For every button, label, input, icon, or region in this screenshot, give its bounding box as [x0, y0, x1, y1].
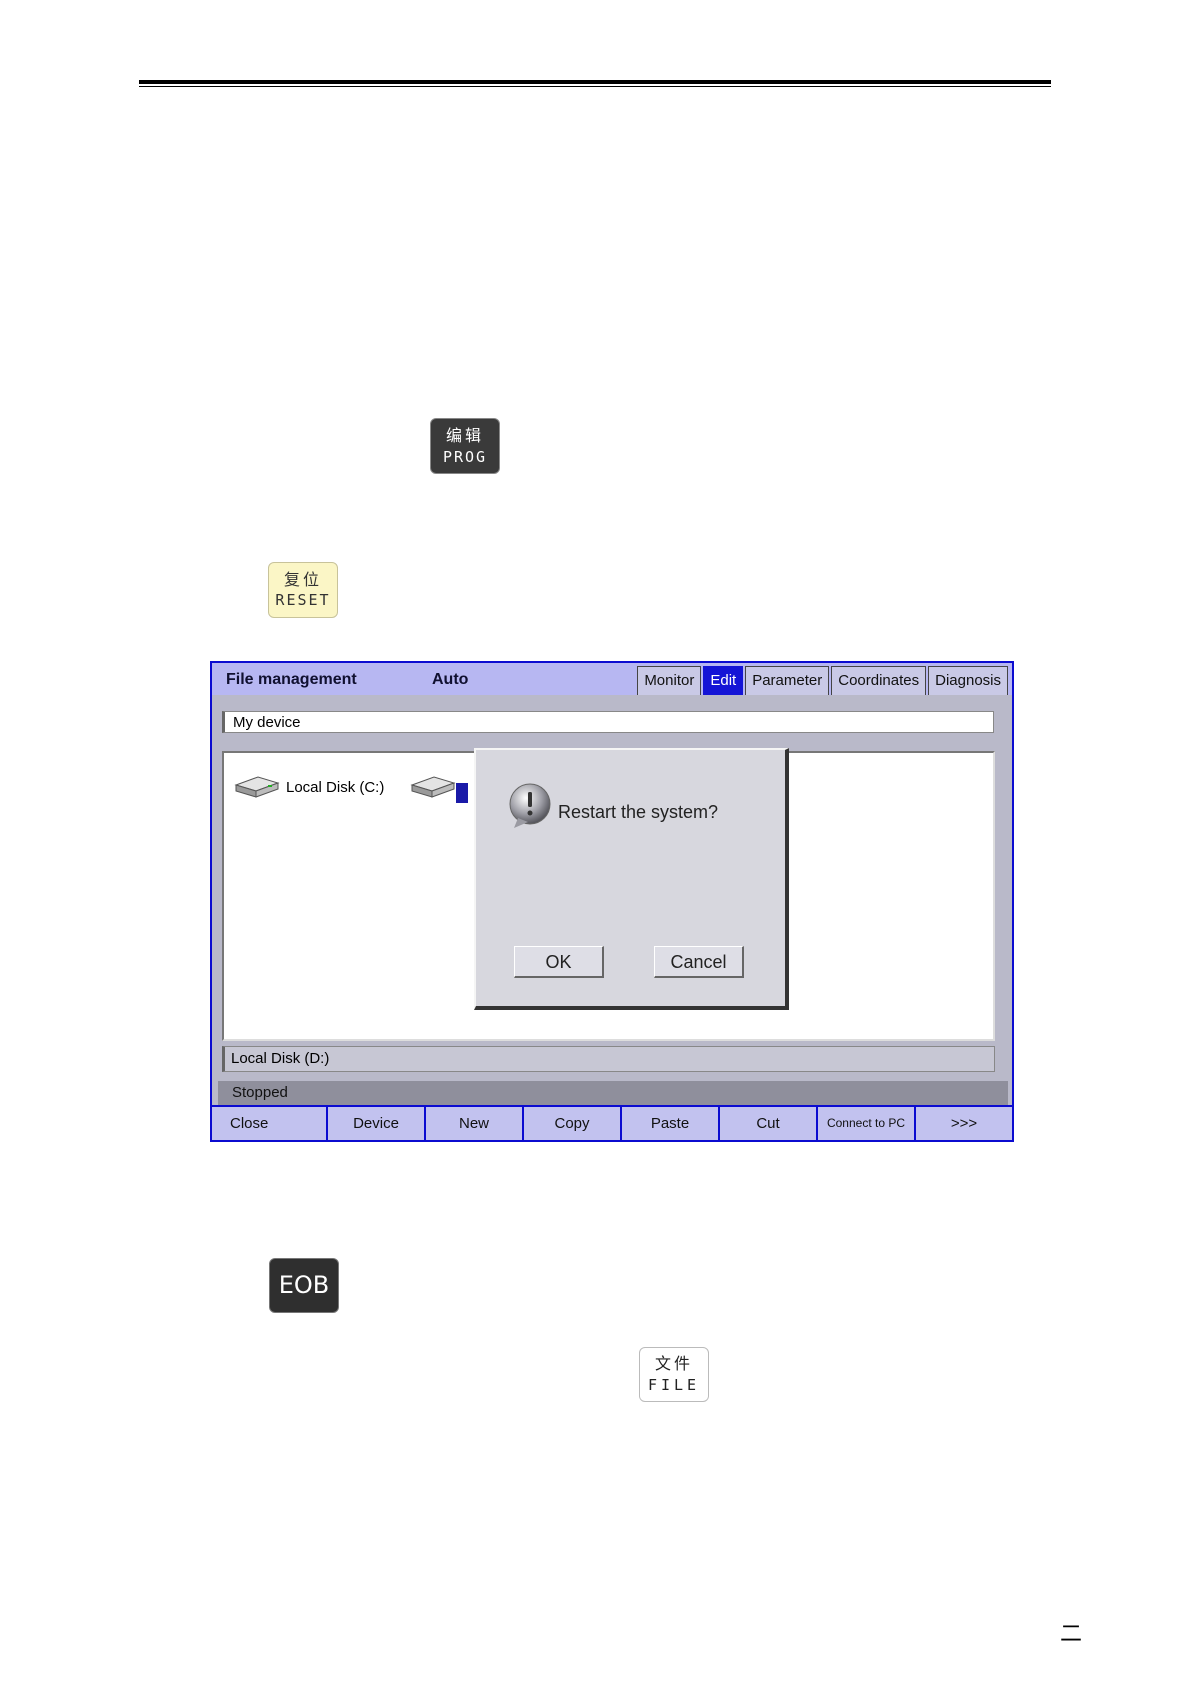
close-button[interactable]: Close: [212, 1107, 326, 1140]
file-key-en-label: FILE: [647, 1376, 701, 1394]
copy-button[interactable]: Copy: [524, 1107, 620, 1140]
cut-button[interactable]: Cut: [720, 1107, 816, 1140]
disk-label: Local Disk (C:): [286, 778, 385, 796]
tab-coordinates[interactable]: Coordinates: [831, 666, 927, 695]
hard-disk-icon: [234, 776, 280, 798]
file-key[interactable]: 文件 FILE: [639, 1347, 709, 1402]
header-rule: [139, 80, 1051, 87]
cancel-button[interactable]: Cancel: [654, 946, 744, 978]
restart-dialog: Restart the system? OK Cancel: [474, 748, 789, 1010]
paste-button[interactable]: Paste: [622, 1107, 718, 1140]
prog-key[interactable]: 编辑 PROG: [430, 418, 500, 474]
title-bar: File management Auto Monitor Edit Parame…: [212, 663, 1012, 695]
path-bar: Local Disk (D:): [222, 1046, 995, 1072]
warning-icon: [509, 783, 551, 828]
tab-bar: Monitor Edit Parameter Coordinates Diagn…: [635, 665, 1008, 695]
disk-item-d[interactable]: [408, 773, 462, 801]
status-bar: Stopped: [218, 1081, 1008, 1105]
reset-key-en-label: RESET: [275, 591, 331, 609]
connect-to-pc-button[interactable]: Connect to PC: [818, 1107, 914, 1140]
file-key-cn-label: 文件: [654, 1354, 693, 1373]
tab-diagnosis[interactable]: Diagnosis: [928, 666, 1008, 695]
hard-disk-icon: [410, 776, 456, 798]
tab-parameter[interactable]: Parameter: [745, 666, 830, 695]
prog-key-en-label: PROG: [442, 448, 488, 466]
new-button[interactable]: New: [426, 1107, 522, 1140]
screen-title: File management: [226, 671, 357, 688]
more-button[interactable]: >>>: [916, 1107, 1012, 1140]
dialog-message: Restart the system?: [558, 802, 719, 822]
prog-key-cn-label: 编辑: [445, 426, 484, 445]
reset-key[interactable]: 复位 RESET: [268, 562, 338, 618]
device-button[interactable]: Device: [328, 1107, 424, 1140]
disk-item-c[interactable]: Local Disk (C:): [232, 773, 384, 801]
reset-key-cn-label: 复位: [283, 570, 322, 589]
ok-button[interactable]: OK: [514, 946, 604, 978]
tab-edit[interactable]: Edit: [703, 666, 744, 695]
eob-key[interactable]: EOB: [269, 1258, 339, 1313]
mode-indicator: Auto: [432, 671, 469, 688]
page-number: 二: [1060, 1621, 1083, 1646]
address-bar[interactable]: My device: [222, 711, 994, 733]
selection-highlight: [456, 783, 468, 803]
tab-monitor[interactable]: Monitor: [637, 666, 702, 695]
softkey-bar: Close Device New Copy Paste Cut Connect …: [212, 1107, 1012, 1140]
